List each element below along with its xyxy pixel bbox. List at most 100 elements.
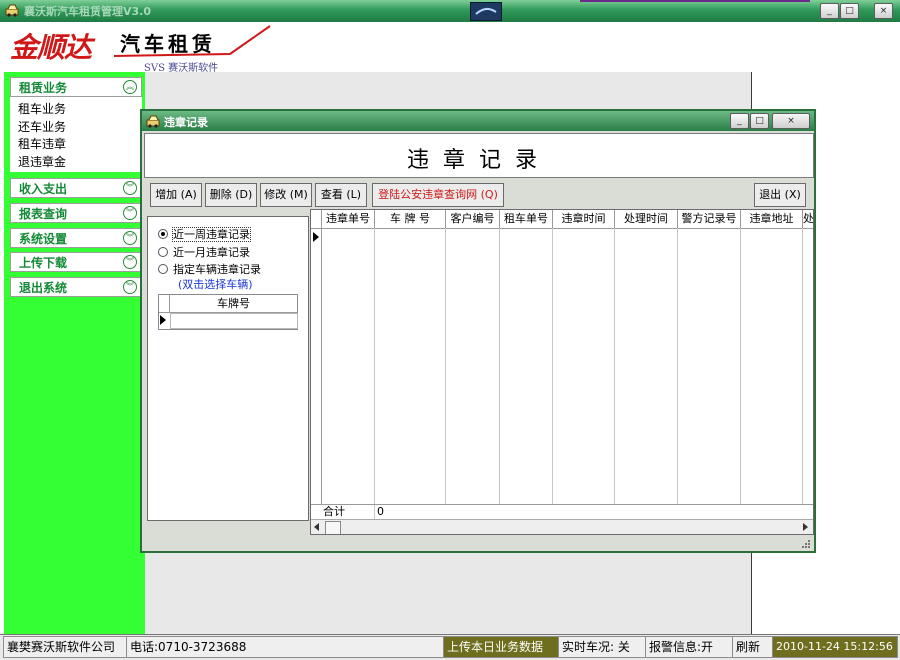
totals-divider (374, 505, 375, 519)
scroll-left-icon[interactable] (314, 523, 319, 531)
totals-value: 0 (377, 505, 384, 518)
radio-selected-icon[interactable] (158, 229, 168, 239)
left-navigation: 租赁业务 ︽ 租车业务 还车业务 租车违章 退违章金 收入支出 ︾ 报表查询 ︾… (4, 72, 145, 634)
chevron-down-icon[interactable]: ︾ (123, 255, 137, 269)
col-handle-time[interactable]: 处理时间 (615, 210, 678, 229)
violation-grid: 违章单号 车 牌 号 客户编号 租车单号 违章时间 处理时间 警方记录号 违章地… (310, 209, 814, 535)
add-button[interactable]: 增加 (A) (150, 183, 202, 207)
status-company: 襄樊赛沃斯软件公司 (3, 636, 129, 658)
grid-col-divider (741, 228, 803, 505)
nav-section-label: 退出系统 (19, 281, 68, 295)
chevron-down-icon[interactable]: ︾ (123, 206, 137, 220)
chevron-down-icon[interactable]: ︾ (123, 231, 137, 245)
totals-row: 合计 0 (311, 504, 813, 519)
vehicle-hint: (双击选择车辆) (178, 278, 253, 291)
child-maximize-button[interactable]: □ (750, 113, 769, 129)
view-button[interactable]: 查看 (L) (315, 183, 367, 207)
chevron-up-icon[interactable]: ︽ (123, 80, 137, 94)
col-rental-no[interactable]: 租车单号 (500, 210, 553, 229)
nav-section-reports[interactable]: 报表查询 ︾ (10, 203, 142, 223)
grid-col-divider (322, 228, 375, 505)
filter-week-label: 近一周违章记录 (172, 227, 251, 242)
filter-vehicle-radio[interactable]: 指定车辆违章记录 (158, 261, 261, 277)
grid-col-divider (553, 228, 615, 505)
app-title: 襄沃斯汽车租赁管理V3.0 (24, 5, 151, 18)
nav-section-rental[interactable]: 租赁业务 ︽ (10, 77, 142, 97)
refresh-button[interactable]: 刷新 (732, 636, 774, 658)
app-icon (5, 3, 19, 17)
window-icon (146, 114, 160, 128)
plate-column-header[interactable]: 车牌号 (170, 295, 297, 313)
child-close-button[interactable]: × (772, 113, 810, 129)
nav-section-label: 上传下载 (19, 256, 68, 270)
violation-window-title: 违章记录 (164, 116, 208, 129)
grid-corner (311, 210, 322, 229)
main-title-bar: 襄沃斯汽车租赁管理V3.0 _ □ × (0, 0, 900, 22)
child-minimize-button[interactable]: _ (730, 113, 749, 129)
row-pointer-icon (160, 315, 166, 325)
taskbar-logo-icon (470, 2, 502, 21)
nav-section-label: 租赁业务 (19, 81, 68, 95)
brand-name: 金顺达 (10, 31, 92, 64)
status-bar: 襄樊赛沃斯软件公司 电话:0710-3723688 上传本日业务数据 实时车况:… (0, 634, 900, 660)
chevron-down-icon[interactable]: ︾ (123, 181, 137, 195)
col-police-record[interactable]: 警方记录号 (678, 210, 741, 229)
grid-col-divider (615, 228, 678, 505)
violation-window: 违章记录 _ □ × 违章记录 增加 (A) 删除 (D) 修改 (M) 查看 … (140, 109, 816, 553)
filter-month-radio[interactable]: 近一月违章记录 (158, 244, 250, 260)
horizontal-scrollbar[interactable] (311, 519, 813, 534)
banner-title: 违章记录 (406, 148, 551, 173)
nav-item-return-car[interactable]: 还车业务 (18, 118, 66, 135)
grid-col-divider (375, 228, 446, 505)
nav-section-label: 报表查询 (19, 207, 68, 221)
edit-button[interactable]: 修改 (M) (260, 183, 312, 207)
delete-button[interactable]: 删除 (D) (205, 183, 257, 207)
nav-section-upload[interactable]: 上传下载 ︾ (10, 252, 142, 272)
nav-item-rental-violation[interactable]: 租车违章 (18, 135, 66, 152)
nav-section-exit[interactable]: 退出系统 ︾ (10, 277, 142, 297)
grid-col-divider (446, 228, 500, 505)
col-handled[interactable]: 处 (803, 210, 813, 229)
plate-row-cell[interactable] (170, 313, 298, 329)
radio-icon[interactable] (158, 247, 168, 257)
nav-item-refund-deposit[interactable]: 退违章金 (18, 153, 66, 170)
violation-banner: 违章记录 (144, 133, 814, 178)
radio-icon[interactable] (158, 264, 168, 274)
main-minimize-button[interactable]: _ (820, 3, 839, 19)
filter-month-label: 近一月违章记录 (173, 246, 250, 259)
status-phone: 电话:0710-3723688 (126, 636, 446, 658)
police-query-button[interactable]: 登陆公安违章查询网 (Q) (372, 183, 504, 207)
status-alarm: 报警信息:开 (645, 636, 733, 658)
grid-col-divider (678, 228, 741, 505)
scroll-thumb[interactable] (325, 521, 341, 534)
main-close-button[interactable]: × (874, 3, 893, 19)
col-customer-no[interactable]: 客户编号 (446, 210, 500, 229)
nav-item-rent-car[interactable]: 租车业务 (18, 100, 66, 117)
resize-grip-icon[interactable] (800, 537, 810, 548)
plate-grid[interactable]: 车牌号 (158, 294, 298, 330)
grid-col-divider (500, 228, 553, 505)
exit-button[interactable]: 退出 (X) (754, 183, 806, 207)
plate-grid-corner (159, 295, 170, 313)
col-violation-time[interactable]: 违章时间 (553, 210, 615, 229)
upload-today-button[interactable]: 上传本日业务数据 (443, 636, 559, 658)
col-violation-address[interactable]: 违章地址 (741, 210, 803, 229)
nav-section-label: 系统设置 (19, 232, 68, 246)
nav-section-settings[interactable]: 系统设置 ︾ (10, 228, 142, 248)
status-datetime: 2010-11-24 15:12:56 (772, 636, 898, 658)
totals-label: 合计 (323, 505, 345, 518)
col-violation-no[interactable]: 违章单号 (322, 210, 375, 229)
filter-week-radio[interactable]: 近一周违章记录 (158, 226, 251, 242)
brand-strip: 金顺达 汽车租赁 SVS 赛沃斯软件 (0, 22, 900, 74)
nav-section-label: 收入支出 (19, 182, 68, 196)
grid-col-divider (311, 228, 322, 505)
nav-section-income[interactable]: 收入支出 ︾ (10, 178, 142, 198)
col-plate-no[interactable]: 车 牌 号 (375, 210, 446, 229)
filter-panel: 近一周违章记录 近一月违章记录 指定车辆违章记录 (双击选择车辆) 车牌号 (147, 216, 309, 521)
chevron-down-icon[interactable]: ︾ (123, 280, 137, 294)
scroll-right-icon[interactable] (803, 523, 808, 531)
filter-vehicle-label: 指定车辆违章记录 (173, 263, 261, 276)
main-maximize-button[interactable]: □ (840, 3, 859, 19)
violation-window-titlebar: 违章记录 _ □ × (142, 111, 814, 131)
title-divider (580, 0, 810, 2)
